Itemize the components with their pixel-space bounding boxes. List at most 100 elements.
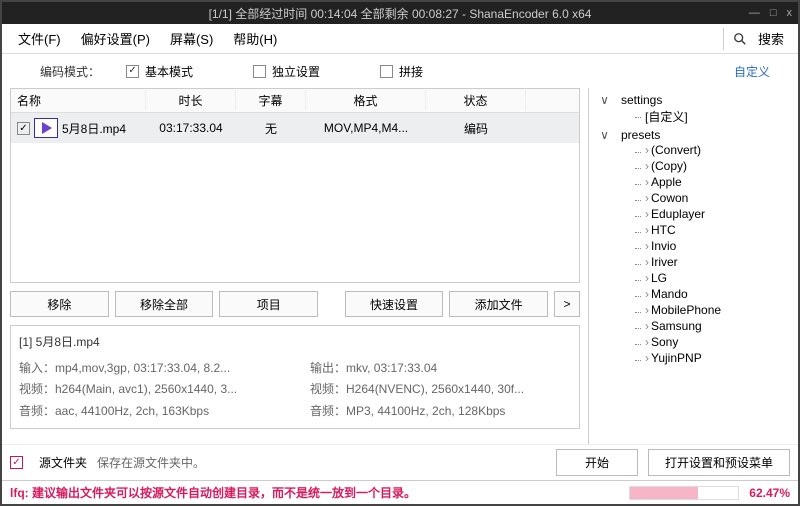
tree-item-label: (Convert) (651, 143, 701, 157)
mode-basic[interactable]: ✓ 基本模式 (126, 63, 193, 80)
progress-percent: 62.47% (749, 486, 790, 500)
collapse-icon[interactable]: ∨ (599, 93, 610, 107)
maximize-button[interactable]: □ (770, 7, 777, 19)
preset-tree: ∨ settings [自定义] ∨ presets ›(Convert)›(C… (588, 88, 798, 444)
video-file-icon (34, 118, 58, 138)
col-subtitle[interactable]: 字幕 (236, 90, 306, 111)
tree-presets-label: presets (621, 128, 660, 142)
project-button[interactable]: 项目 (219, 291, 318, 317)
info-in-container: 输入：mp4,mov,3gp, 03:17:33.04, 8.2... (19, 358, 280, 380)
tree-item[interactable]: ›Eduplayer (635, 206, 794, 222)
chevron-right-icon: › (645, 191, 649, 205)
col-name[interactable]: 名称 (11, 90, 146, 111)
info-in-video: 视频：h264(Main, avc1), 2560x1440, 3... (19, 379, 280, 401)
tree-item[interactable]: [自定义] (635, 107, 794, 126)
cell-status: 编码 (426, 120, 526, 137)
info-out-video: 视频：H264(NVENC), 2560x1440, 30f... (310, 379, 571, 401)
file-table: 名称 时长 字幕 格式 状态 ✓ 5月8日.mp4 03:17:33.04 无 … (10, 88, 580, 283)
next-button[interactable]: > (554, 291, 580, 317)
minimize-button[interactable]: — (749, 7, 760, 19)
info-input-column: 输入：mp4,mov,3gp, 03:17:33.04, 8.2... 视频：h… (19, 358, 280, 423)
encode-mode-label: 编码模式： (10, 63, 126, 80)
tree-item-label: HTC (651, 223, 676, 237)
chevron-right-icon: › (645, 351, 649, 365)
bottom-row: ✓ 源文件夹 保存在源文件夹中。 开始 打开设置和预设菜单 (2, 444, 798, 480)
main-panel: 名称 时长 字幕 格式 状态 ✓ 5月8日.mp4 03:17:33.04 无 … (2, 88, 588, 444)
mode-basic-label: 基本模式 (145, 63, 193, 80)
close-button[interactable]: x (787, 7, 793, 19)
cell-subtitle: 无 (236, 120, 306, 137)
tree-item[interactable]: ›Invio (635, 238, 794, 254)
titlebar: [1/1] 全部经过时间 00:14:04 全部剩余 00:08:27 - Sh… (2, 2, 798, 24)
menubar: 文件(F) 偏好设置(P) 屏幕(S) 帮助(H) 搜索 (2, 24, 798, 54)
menu-file[interactable]: 文件(F) (10, 25, 69, 52)
chevron-right-icon: › (645, 303, 649, 317)
quick-set-button[interactable]: 快速设置 (345, 291, 444, 317)
tree-item[interactable]: ›Cowon (635, 190, 794, 206)
tree-item[interactable]: ›MobilePhone (635, 302, 794, 318)
tree-item[interactable]: ›Mando (635, 286, 794, 302)
cell-name: 5月8日.mp4 (62, 120, 126, 137)
row-checkbox[interactable]: ✓ (17, 122, 30, 135)
statusbar: lfq: 建议输出文件夹可以按源文件自动创建目录，而不是统一放到一个目录。 62… (2, 480, 798, 504)
tree-item[interactable]: ›HTC (635, 222, 794, 238)
menu-preferences[interactable]: 偏好设置(P) (73, 25, 158, 52)
table-actions: 移除 移除全部 项目 快速设置 添加文件 > (10, 291, 580, 317)
tree-item-label: Sony (651, 335, 678, 349)
tree-item-label: Mando (651, 287, 688, 301)
tree-item-label: (Copy) (651, 159, 687, 173)
menu-screen[interactable]: 屏幕(S) (162, 25, 221, 52)
tree-item-label: YujinPNP (651, 351, 702, 365)
mode-independent-label: 独立设置 (272, 63, 320, 80)
col-duration[interactable]: 时长 (146, 90, 236, 111)
menu-help[interactable]: 帮助(H) (225, 25, 285, 52)
remove-button[interactable]: 移除 (10, 291, 109, 317)
chevron-right-icon: › (645, 143, 649, 157)
tree-item[interactable]: ›Samsung (635, 318, 794, 334)
col-format[interactable]: 格式 (306, 90, 426, 111)
chevron-right-icon: › (645, 175, 649, 189)
tree-item[interactable]: ›Sony (635, 334, 794, 350)
tree-item[interactable]: ›Iriver (635, 254, 794, 270)
tree-item[interactable]: ›(Copy) (635, 158, 794, 174)
col-status[interactable]: 状态 (426, 90, 526, 111)
custom-link[interactable]: 自定义 (734, 63, 770, 80)
info-title: [1] 5月8日.mp4 (19, 332, 571, 354)
chevron-right-icon: › (645, 239, 649, 253)
info-out-audio: 音频：MP3, 44100Hz, 2ch, 128Kbps (310, 401, 571, 423)
menu-search[interactable]: 搜索 (752, 29, 790, 48)
table-row[interactable]: ✓ 5月8日.mp4 03:17:33.04 无 MOV,MP4,M4... 编… (11, 113, 579, 143)
tree-settings[interactable]: ∨ settings [自定义] (611, 92, 794, 127)
mode-concat[interactable]: 拼接 (380, 63, 423, 80)
save-in-src-label: 保存在源文件夹中。 (97, 454, 205, 471)
cell-format: MOV,MP4,M4... (306, 121, 426, 135)
tree-item[interactable]: ›Apple (635, 174, 794, 190)
remove-all-button[interactable]: 移除全部 (115, 291, 214, 317)
tree-item[interactable]: ›LG (635, 270, 794, 286)
search-icon[interactable] (732, 31, 748, 47)
tree-item[interactable]: ›(Convert) (635, 142, 794, 158)
chevron-right-icon: › (645, 207, 649, 221)
start-button[interactable]: 开始 (556, 449, 638, 476)
tree-item-label: Cowon (651, 191, 688, 205)
window-buttons: — □ x (749, 2, 792, 24)
chevron-right-icon: › (645, 271, 649, 285)
mode-independent[interactable]: 独立设置 (253, 63, 320, 80)
info-out-container: 输出：mkv, 03:17:33.04 (310, 358, 571, 380)
collapse-icon[interactable]: ∨ (599, 128, 610, 142)
separator (723, 28, 724, 50)
tree-item-label: Eduplayer (651, 207, 705, 221)
open-settings-button[interactable]: 打开设置和预设菜单 (648, 449, 790, 476)
chevron-right-icon: › (645, 159, 649, 173)
tree-item-label: MobilePhone (651, 303, 721, 317)
tree-presets[interactable]: ∨ presets ›(Convert)›(Copy)›Apple›Cowon›… (611, 127, 794, 367)
tree-item[interactable]: ›YujinPNP (635, 350, 794, 366)
tree-item-label: Apple (651, 175, 682, 189)
src-folder-checkbox[interactable]: ✓ (10, 456, 23, 469)
tree-item-label: Iriver (651, 255, 678, 269)
chevron-right-icon: › (645, 255, 649, 269)
table-header: 名称 时长 字幕 格式 状态 (11, 89, 579, 113)
chevron-right-icon: › (645, 335, 649, 349)
progress-bar (629, 486, 739, 500)
add-file-button[interactable]: 添加文件 (449, 291, 548, 317)
